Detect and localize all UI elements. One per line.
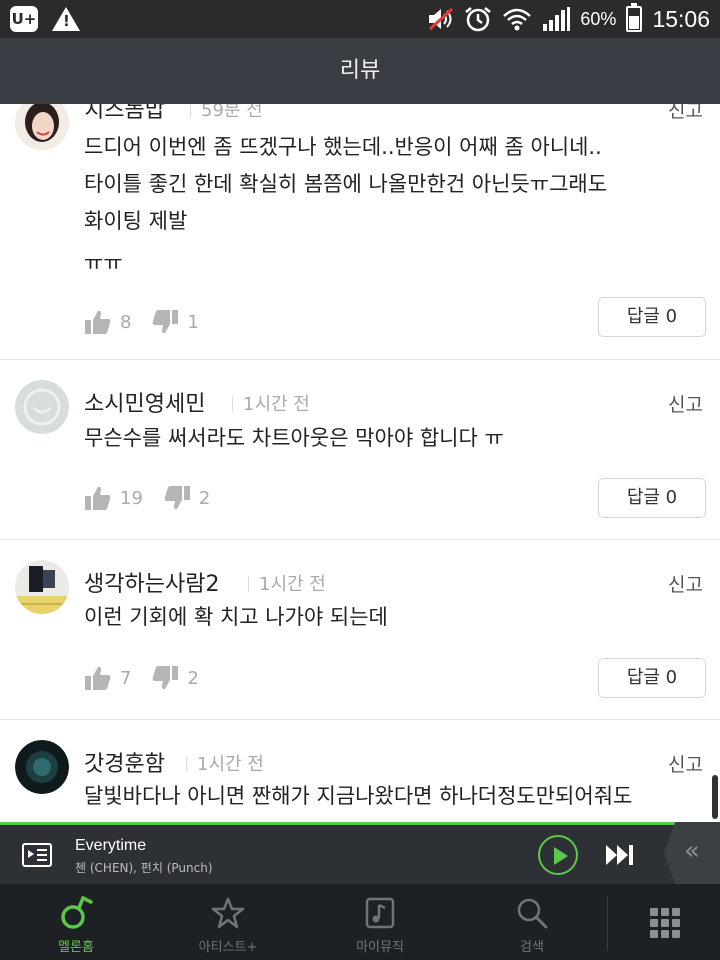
mini-player[interactable]: Everytime 첸 (CHEN), 펀치 (Punch) « bbox=[0, 822, 720, 884]
nav-item-search[interactable]: 검색 bbox=[456, 884, 608, 960]
bottom-nav: 멜론홈 아티스트+ 마이뮤직 검색 bbox=[0, 884, 720, 960]
nav-label: 멜론홈 bbox=[58, 940, 94, 955]
nav-item-melon-home[interactable]: 멜론홈 bbox=[0, 884, 152, 960]
reaction-row: 19 2 bbox=[84, 484, 230, 512]
nav-label: 마이뮤직 bbox=[356, 940, 404, 955]
double-chevron-left-icon: « bbox=[684, 836, 700, 866]
melon-home-icon bbox=[61, 896, 93, 929]
search-icon bbox=[517, 898, 548, 929]
comment-author[interactable]: 치즈돔밥 bbox=[84, 104, 165, 124]
report-button[interactable]: 신고 bbox=[668, 750, 703, 777]
track-title: Everytime bbox=[75, 837, 147, 854]
battery-icon bbox=[626, 3, 643, 32]
comment-time: 59분 전 bbox=[190, 104, 263, 122]
comment-text: 달빛바다나 아니면 짠해가 지금나왔다면 하나더정도만되어줘도 ㅠ bbox=[84, 784, 633, 808]
thumbs-up-icon[interactable] bbox=[84, 484, 112, 512]
report-button[interactable]: 신고 bbox=[668, 570, 703, 597]
like-count: 7 bbox=[120, 667, 132, 689]
reaction-row: 8 1 bbox=[84, 308, 219, 336]
grid-menu-icon[interactable] bbox=[650, 908, 680, 938]
thumbs-down-icon[interactable] bbox=[163, 484, 191, 512]
avatar[interactable] bbox=[15, 104, 69, 150]
like-count: 8 bbox=[120, 311, 132, 333]
header: 리뷰 bbox=[0, 38, 720, 104]
comment-time: 1시간 전 bbox=[232, 390, 310, 416]
warning-icon: ! bbox=[52, 7, 80, 31]
track-artist: 첸 (CHEN), 펀치 (Punch) bbox=[75, 861, 213, 875]
scroll-indicator[interactable] bbox=[712, 775, 718, 819]
next-track-icon[interactable] bbox=[604, 843, 636, 867]
thumbs-down-icon[interactable] bbox=[151, 664, 179, 692]
like-count: 19 bbox=[120, 487, 143, 509]
dislike-count: 1 bbox=[187, 311, 199, 333]
comment-text: 이런 기회에 확 치고 나가야 되는데 bbox=[84, 605, 388, 629]
dislike-count: 2 bbox=[198, 487, 211, 509]
signal-icon bbox=[543, 7, 571, 31]
status-bar: U+ ! 60% 15:06 bbox=[0, 0, 720, 38]
nav-label: 검색 bbox=[520, 940, 544, 955]
comment-time: 1시간 전 bbox=[186, 750, 264, 776]
comment-time: 1시간 전 bbox=[248, 570, 326, 596]
nav-divider bbox=[607, 896, 608, 950]
comment-item: 소시민영세민 1시간 전 신고 무슨수를 써서라도 차트아웃은 막아야 합니다 … bbox=[0, 360, 720, 540]
comment-author[interactable]: 소시민영세민 bbox=[84, 386, 205, 418]
comment-author[interactable]: 갓경훈함 bbox=[84, 746, 165, 778]
comment-text: 무슨수를 써서라도 차트아웃은 막아야 합니다 ㅠ bbox=[84, 426, 504, 450]
music-note-icon bbox=[365, 897, 395, 929]
wifi-icon bbox=[503, 8, 532, 31]
nav-label: 아티스트+ bbox=[198, 940, 258, 955]
page-title: 리뷰 bbox=[339, 58, 381, 83]
playlist-icon[interactable] bbox=[22, 841, 52, 867]
carrier-badge: U+ bbox=[10, 6, 38, 32]
thumbs-up-icon[interactable] bbox=[84, 308, 112, 336]
nav-item-my-music[interactable]: 마이뮤직 bbox=[304, 884, 456, 960]
avatar[interactable] bbox=[15, 740, 69, 794]
play-button[interactable] bbox=[538, 835, 578, 875]
report-button[interactable]: 신고 bbox=[668, 104, 703, 123]
alarm-icon bbox=[465, 7, 492, 32]
dislike-count: 2 bbox=[187, 667, 199, 689]
comment-list[interactable]: 치즈돔밥 59분 전 신고 드디어 이번엔 좀 뜨겠구나 했는데..반응이 어째… bbox=[0, 104, 720, 822]
comment-item: 생각하는사람2 1시간 전 신고 이런 기회에 확 치고 나가야 되는데 7 2… bbox=[0, 540, 720, 720]
collapse-player-button[interactable]: « bbox=[664, 822, 720, 884]
mute-icon bbox=[429, 7, 454, 31]
thumbs-down-icon[interactable] bbox=[151, 308, 179, 336]
reply-button[interactable]: 답글 0 bbox=[598, 658, 706, 698]
avatar[interactable] bbox=[15, 560, 69, 614]
comment-author[interactable]: 생각하는사람2 bbox=[84, 566, 219, 598]
reply-button[interactable]: 답글 0 bbox=[598, 297, 706, 337]
avatar[interactable] bbox=[15, 380, 69, 434]
comment-item: 치즈돔밥 59분 전 신고 드디어 이번엔 좀 뜨겠구나 했는데..반응이 어째… bbox=[0, 104, 720, 360]
reply-button[interactable]: 답글 0 bbox=[598, 478, 706, 518]
nav-item-artist-plus[interactable]: 아티스트+ bbox=[152, 884, 304, 960]
reaction-row: 7 2 bbox=[84, 664, 219, 692]
report-button[interactable]: 신고 bbox=[668, 390, 703, 417]
clock: 15:06 bbox=[652, 5, 710, 32]
star-icon bbox=[211, 897, 245, 929]
battery-percent: 60% bbox=[580, 8, 617, 29]
comment-text: 드디어 이번엔 좀 뜨겠구나 했는데..반응이 어째 좀 아니네.. 타이틀 좋… bbox=[84, 135, 608, 275]
comment-item: 갓경훈함 1시간 전 신고 달빛바다나 아니면 짠해가 지금나왔다면 하나더정도… bbox=[0, 720, 720, 822]
thumbs-up-icon[interactable] bbox=[84, 664, 112, 692]
